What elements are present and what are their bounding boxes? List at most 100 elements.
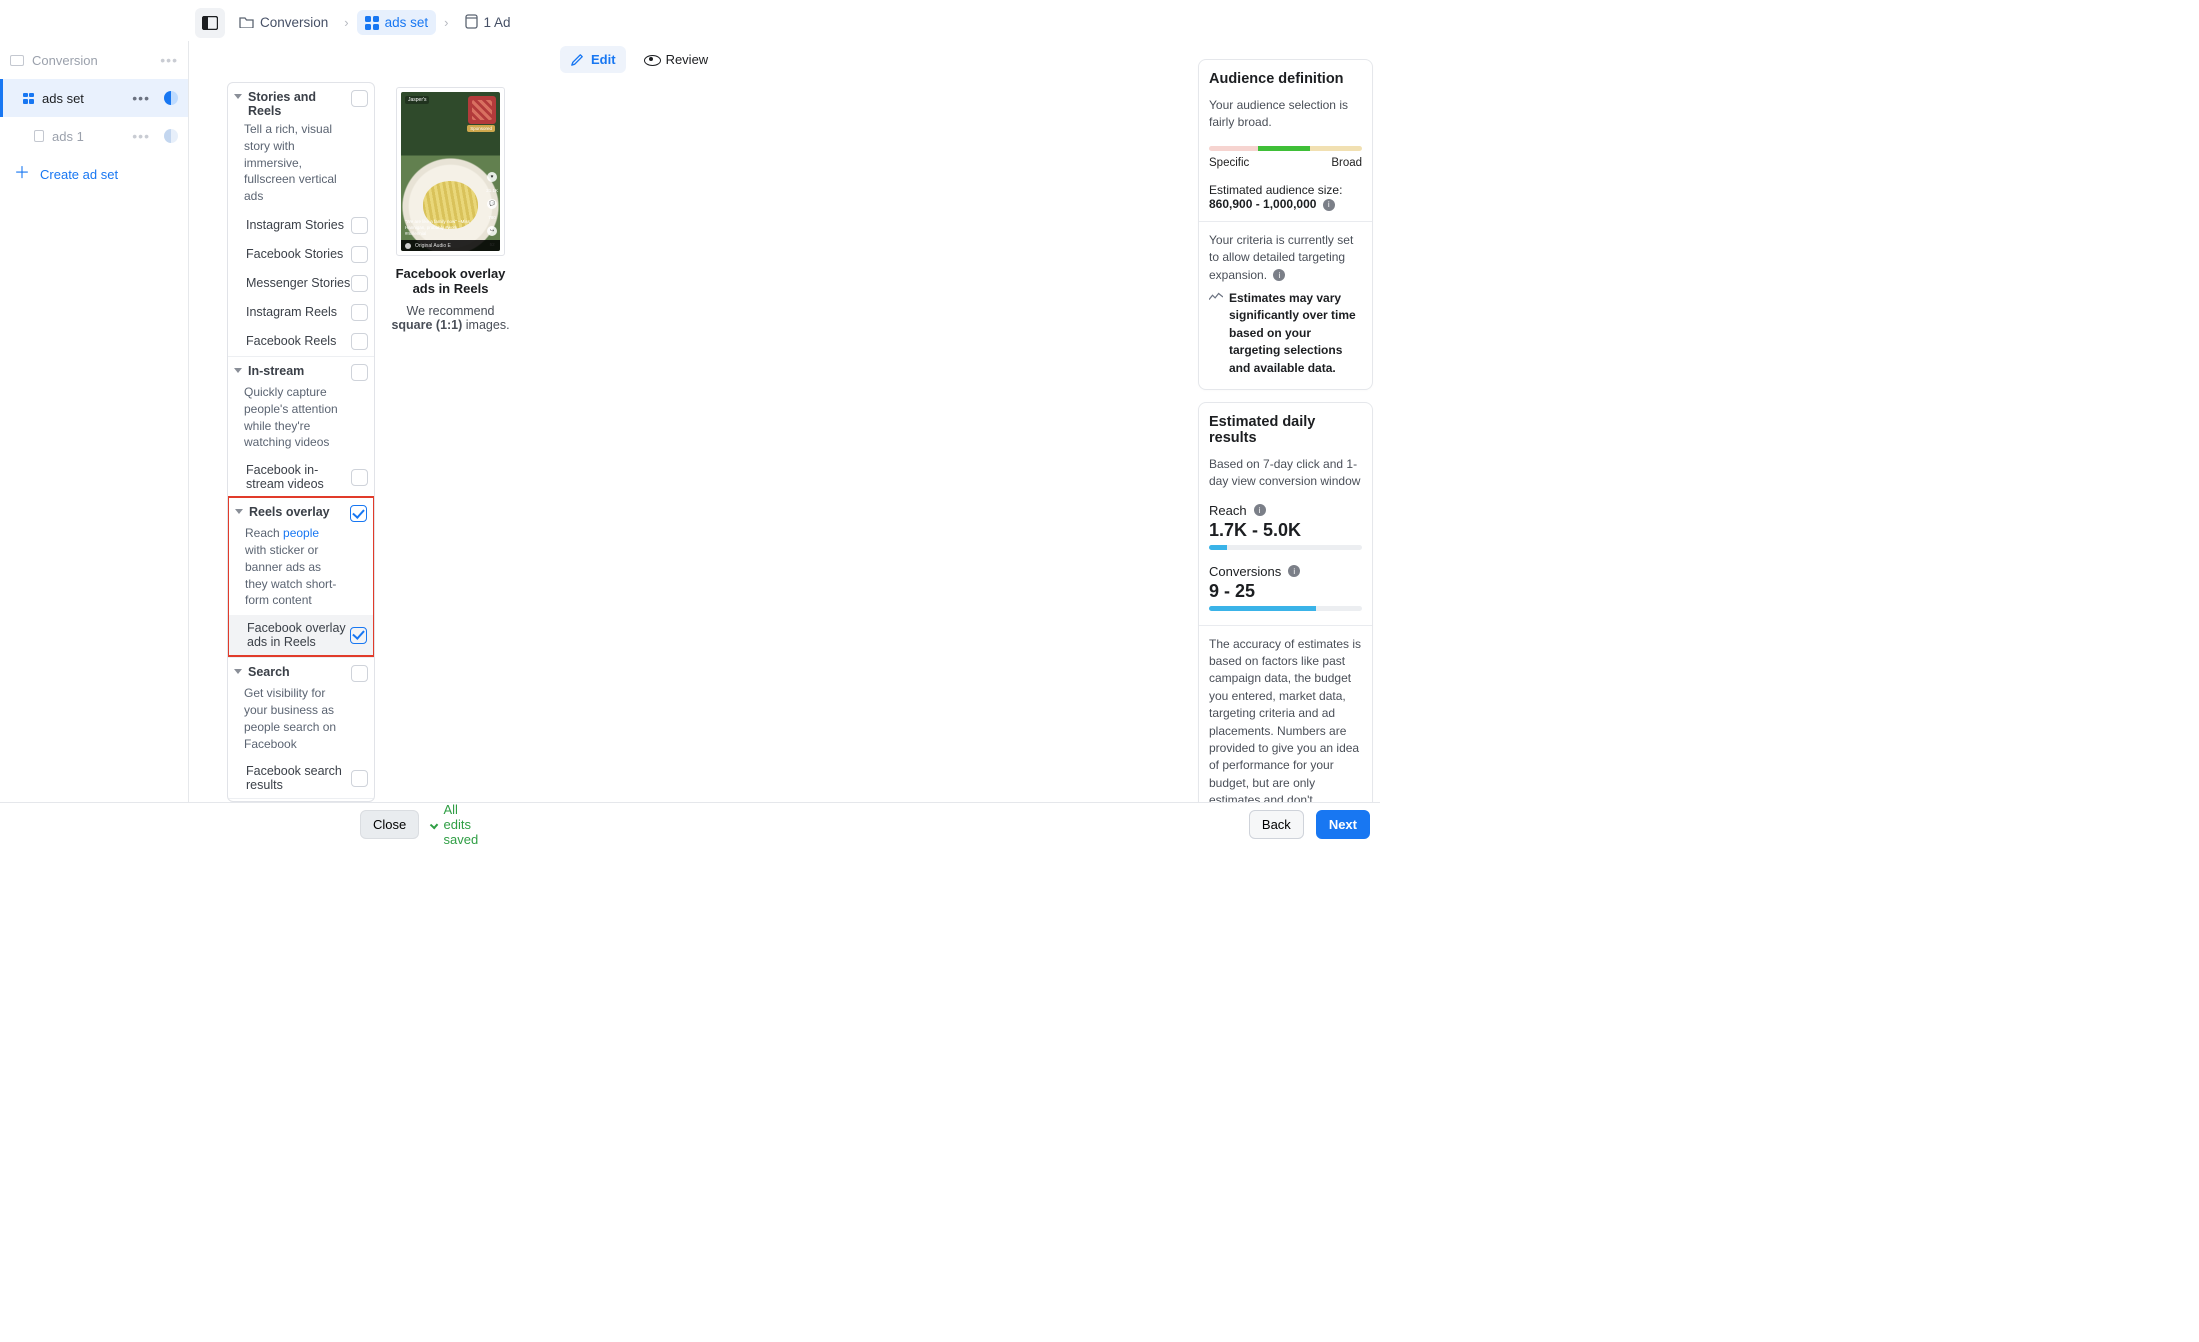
preview-subtitle: We recommend square (1:1) images. <box>387 304 514 332</box>
info-icon[interactable]: i <box>1254 504 1266 516</box>
next-button[interactable]: Next <box>1316 810 1370 839</box>
placement-option[interactable]: Facebook in-stream videos <box>228 457 374 497</box>
daily-results-card: Estimated daily results Based on 7-day c… <box>1198 402 1373 802</box>
option-checkbox[interactable] <box>351 246 368 263</box>
adset-icon <box>365 16 379 30</box>
option-checkbox[interactable] <box>351 770 368 787</box>
section-title: Search <box>248 665 290 679</box>
audience-vary-note: Estimates may vary significantly over ti… <box>1209 290 1362 377</box>
audience-scale-labels: SpecificBroad <box>1209 157 1362 169</box>
option-checkbox[interactable] <box>351 217 368 234</box>
option-checkbox[interactable] <box>350 627 367 644</box>
chevron-down-icon[interactable] <box>234 368 242 373</box>
audio-avatar-icon <box>405 243 411 249</box>
comment-icon: 💬 <box>487 199 497 209</box>
audio-bar: Original Audio E <box>401 240 500 251</box>
breadcrumb-adset[interactable]: ads set <box>357 10 437 35</box>
sidebar-item-adset[interactable]: ads set ••• <box>0 79 188 117</box>
footer-bar: Close All edits saved Back Next <box>0 802 1380 846</box>
top-actions: Edit Review <box>560 46 708 73</box>
conversions-value: 9 - 25 <box>1209 581 1362 602</box>
section-desc: Reach people with sticker or banner ads … <box>229 522 373 615</box>
placement-section-instream: In-stream Quickly capture people's atten… <box>228 356 374 497</box>
chevron-down-icon[interactable] <box>234 94 242 99</box>
sidebar-item-campaign[interactable]: Conversion ••• <box>0 41 188 79</box>
sidebar-campaign-label: Conversion <box>32 53 98 68</box>
more-icon[interactable]: ••• <box>132 129 150 143</box>
section-checkbox[interactable] <box>351 665 368 682</box>
preview-frame: Jasper's Sponsored ♥21.1K 💬780 ↪52 "We a… <box>396 87 505 256</box>
spark-icon <box>1209 292 1223 302</box>
sidebar-item-ad[interactable]: ads 1 ••• <box>0 117 188 155</box>
breadcrumb-campaign-label: Conversion <box>260 15 328 30</box>
overlay-ad-card <box>468 96 496 124</box>
option-checkbox[interactable] <box>351 333 368 350</box>
preview-jaspers-label: Jasper's <box>405 96 429 104</box>
placement-option[interactable]: Instagram Stories <box>228 211 374 240</box>
audience-card: Audience definition Your audience select… <box>1198 59 1373 390</box>
review-button[interactable]: Review <box>644 52 709 67</box>
back-button[interactable]: Back <box>1249 810 1304 839</box>
more-icon[interactable]: ••• <box>160 53 178 67</box>
placement-option-overlay-reels[interactable]: Facebook overlay ads in Reels <box>229 615 373 655</box>
placement-option[interactable]: Facebook Stories <box>228 240 374 269</box>
placement-option[interactable]: Facebook Reels <box>228 327 374 356</box>
create-adset-button[interactable]: ＋ Create ad set <box>0 155 188 193</box>
check-icon <box>430 820 439 829</box>
placement-option[interactable]: Messenger Stories <box>228 269 374 298</box>
audience-size: Estimated audience size: 860,900 - 1,000… <box>1209 183 1362 211</box>
caption-text: "We are like a family now" –Miss Hanniga… <box>405 219 476 237</box>
left-nav: Conversion ••• ads set ••• ads 1 ••• ＋ C… <box>0 41 189 802</box>
audience-title: Audience definition <box>1209 71 1362 87</box>
option-checkbox[interactable] <box>351 275 368 292</box>
page-icon <box>34 130 44 142</box>
chevron-right-icon: › <box>344 15 348 30</box>
section-checkbox[interactable] <box>351 90 368 107</box>
audience-summary: Your audience selection is fairly broad. <box>1209 97 1362 132</box>
conversions-bar <box>1209 606 1362 611</box>
pencil-icon <box>570 52 585 67</box>
panel-toggle-button[interactable] <box>195 8 225 38</box>
placement-option[interactable]: Instagram Reels <box>228 298 374 327</box>
daily-disclaimer: The accuracy of estimates is based on fa… <box>1209 636 1362 802</box>
close-button[interactable]: Close <box>360 810 419 839</box>
sidebar-ad-label: ads 1 <box>52 129 84 144</box>
page-icon <box>465 14 478 32</box>
edit-label: Edit <box>591 52 616 67</box>
reach-label: Reachi <box>1209 503 1362 518</box>
daily-sub: Based on 7-day click and 1-day view conv… <box>1209 456 1362 491</box>
people-link[interactable]: people <box>283 526 319 540</box>
audience-criteria: Your criteria is currently set to allow … <box>1209 232 1362 284</box>
info-icon[interactable]: i <box>1288 565 1300 577</box>
more-icon[interactable]: ••• <box>132 91 150 105</box>
placement-section-reels-overlay: Reels overlay Reach people with sticker … <box>227 496 375 657</box>
section-title: In-stream <box>248 364 304 378</box>
placement-option[interactable]: Facebook search results <box>228 758 374 798</box>
breadcrumb-ad[interactable]: 1 Ad <box>457 9 519 37</box>
breadcrumb-adset-label: ads set <box>385 15 429 30</box>
status-indicator-icon <box>164 129 178 143</box>
folder-icon <box>239 15 254 31</box>
info-icon[interactable]: i <box>1273 269 1285 281</box>
section-checkbox[interactable] <box>351 364 368 381</box>
create-adset-label: Create ad set <box>40 167 118 182</box>
edit-button[interactable]: Edit <box>560 46 626 73</box>
section-desc: Tell a rich, visual story with immersive… <box>228 118 374 211</box>
chevron-down-icon[interactable] <box>234 669 242 674</box>
sponsored-badge: Sponsored <box>467 125 495 132</box>
reach-value: 1.7K - 5.0K <box>1209 520 1362 541</box>
info-icon[interactable]: i <box>1323 199 1335 211</box>
section-title: Stories and Reels <box>248 90 345 118</box>
share-icon: ↪ <box>487 226 497 236</box>
chevron-down-icon[interactable] <box>235 509 243 514</box>
breadcrumb-campaign[interactable]: Conversion <box>231 10 336 36</box>
section-checkbox[interactable] <box>350 505 367 522</box>
plus-icon: ＋ <box>14 166 30 182</box>
section-title: Reels overlay <box>249 505 330 519</box>
option-checkbox[interactable] <box>351 304 368 321</box>
folder-icon <box>10 55 24 66</box>
engagement-rail: ♥21.1K 💬780 ↪52 <box>486 172 498 247</box>
review-label: Review <box>666 52 709 67</box>
reach-bar <box>1209 545 1362 550</box>
option-checkbox[interactable] <box>351 469 368 486</box>
